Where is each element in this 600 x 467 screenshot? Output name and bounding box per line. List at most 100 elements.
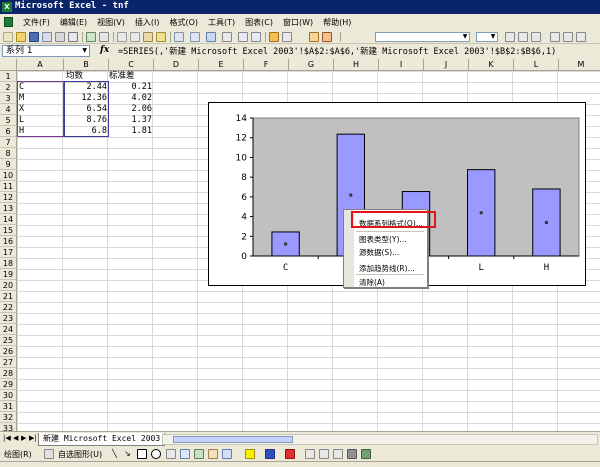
row-header-15[interactable]: 15 [0, 225, 17, 236]
menu-chart[interactable]: 图表(C) [240, 16, 278, 29]
row-header-11[interactable]: 11 [0, 181, 17, 192]
row-header-27[interactable]: 27 [0, 357, 17, 368]
row-header-28[interactable]: 28 [0, 368, 17, 379]
row-header-26[interactable]: 26 [0, 346, 17, 357]
spelling-icon[interactable] [86, 32, 96, 42]
format-painter-icon[interactable] [156, 32, 166, 42]
row-header-23[interactable]: 23 [0, 313, 17, 324]
diagram-icon[interactable] [194, 449, 204, 459]
row-header-31[interactable]: 31 [0, 401, 17, 412]
line-color-icon[interactable] [265, 449, 275, 459]
scrollbar-thumb[interactable] [173, 436, 293, 443]
cell-C3[interactable]: 4.02 [109, 93, 154, 104]
column-header-H[interactable]: H [334, 59, 379, 71]
workbook-icon[interactable] [4, 17, 13, 27]
undo-icon[interactable] [174, 32, 184, 42]
row-header-21[interactable]: 21 [0, 291, 17, 302]
row-header-10[interactable]: 10 [0, 170, 17, 181]
column-header-D[interactable]: D [154, 59, 199, 71]
dash-style-icon[interactable] [319, 449, 329, 459]
column-header-L[interactable]: L [514, 59, 559, 71]
menu-help[interactable]: 帮助(H) [318, 16, 356, 29]
row-header-13[interactable]: 13 [0, 203, 17, 214]
cell-C2[interactable]: 0.21 [109, 82, 154, 93]
cell-C5[interactable]: 1.37 [109, 115, 154, 126]
row-header-12[interactable]: 12 [0, 192, 17, 203]
chart-wizard-icon[interactable] [269, 32, 279, 42]
column-header-J[interactable]: J [424, 59, 469, 71]
row-header-29[interactable]: 29 [0, 379, 17, 390]
arrow-style-icon[interactable] [333, 449, 343, 459]
column-header-C[interactable]: C [109, 59, 154, 71]
menu-window[interactable]: 窗口(W) [278, 16, 318, 29]
cell-C1[interactable]: 标准差 [109, 71, 154, 82]
select-all-corner[interactable] [0, 59, 17, 71]
first-sheet-icon[interactable]: |◀ [3, 434, 11, 442]
row-header-6[interactable]: 6 [0, 126, 17, 137]
wordart-icon[interactable] [180, 449, 190, 459]
font-color-icon[interactable] [285, 449, 295, 459]
row-header-19[interactable]: 19 [0, 269, 17, 280]
clipart-icon[interactable] [208, 449, 218, 459]
drawing-icon[interactable] [282, 32, 292, 42]
rectangle-tool-icon[interactable] [137, 449, 147, 459]
arrow-tool-icon[interactable]: ↘ [124, 449, 131, 458]
column-header-A[interactable]: A [17, 59, 64, 71]
menu-item-chart-type[interactable]: 图表类型(Y)... [359, 234, 407, 245]
menu-file[interactable]: 文件(F) [18, 16, 55, 29]
hyperlink-icon[interactable] [206, 32, 216, 42]
row-header-20[interactable]: 20 [0, 280, 17, 291]
row-header-24[interactable]: 24 [0, 324, 17, 335]
menu-format[interactable]: 格式(O) [164, 16, 203, 29]
format-selected-icon[interactable] [322, 32, 332, 42]
line-style-icon[interactable] [305, 449, 315, 459]
save-icon[interactable] [29, 32, 39, 42]
bold-icon[interactable] [505, 32, 515, 42]
menu-item-add-trendline[interactable]: 添加趋势线(R)... [359, 263, 415, 274]
font-name-combo[interactable]: ▼ [375, 32, 470, 42]
select-objects-icon[interactable] [44, 449, 54, 459]
redo-icon[interactable] [190, 32, 200, 42]
paste-icon[interactable] [143, 32, 153, 42]
row-header-22[interactable]: 22 [0, 302, 17, 313]
column-header-F[interactable]: F [244, 59, 289, 71]
next-sheet-icon[interactable]: ▶ [21, 434, 26, 442]
draw-menu[interactable]: 绘图(R) [4, 449, 32, 460]
horizontal-scrollbar[interactable] [162, 434, 598, 445]
row-header-9[interactable]: 9 [0, 159, 17, 170]
picture-icon[interactable] [222, 449, 232, 459]
research-icon[interactable] [99, 32, 109, 42]
open-icon[interactable] [16, 32, 26, 42]
sheet-tab-active[interactable]: 新建 Microsoft Excel 2003 [38, 433, 166, 446]
menu-edit[interactable]: 编辑(E) [55, 16, 92, 29]
cut-icon[interactable] [117, 32, 127, 42]
column-header-M[interactable]: M [559, 59, 600, 71]
row-header-3[interactable]: 3 [0, 93, 17, 104]
row-header-4[interactable]: 4 [0, 104, 17, 115]
shadow-style-icon[interactable] [347, 449, 357, 459]
fx-icon[interactable]: fx [100, 45, 109, 55]
permission-icon[interactable] [42, 32, 52, 42]
row-header-18[interactable]: 18 [0, 258, 17, 269]
align-left-icon[interactable] [550, 32, 560, 42]
row-header-16[interactable]: 16 [0, 236, 17, 247]
textbox-icon[interactable] [166, 449, 176, 459]
column-header-G[interactable]: G [289, 59, 334, 71]
menu-item-clear[interactable]: 清除(A) [359, 277, 385, 288]
italic-icon[interactable] [518, 32, 528, 42]
row-header-17[interactable]: 17 [0, 247, 17, 258]
oval-tool-icon[interactable] [151, 449, 161, 459]
cell-C4[interactable]: 2.06 [109, 104, 154, 115]
menu-view[interactable]: 视图(V) [92, 16, 130, 29]
copy-icon[interactable] [130, 32, 140, 42]
row-header-2[interactable]: 2 [0, 82, 17, 93]
menu-tools[interactable]: 工具(T) [203, 16, 240, 29]
row-header-5[interactable]: 5 [0, 115, 17, 126]
formula-input[interactable]: =SERIES(,'新建 Microsoft Excel 2003'!$A$2:… [118, 45, 556, 57]
autosum-icon[interactable] [222, 32, 232, 42]
print-icon[interactable] [55, 32, 65, 42]
name-box[interactable]: 系列 1 ▼ [2, 45, 90, 57]
row-header-1[interactable]: 1 [0, 71, 17, 82]
cell-C6[interactable]: 1.81 [109, 126, 154, 137]
chart-type-icon[interactable] [309, 32, 319, 42]
